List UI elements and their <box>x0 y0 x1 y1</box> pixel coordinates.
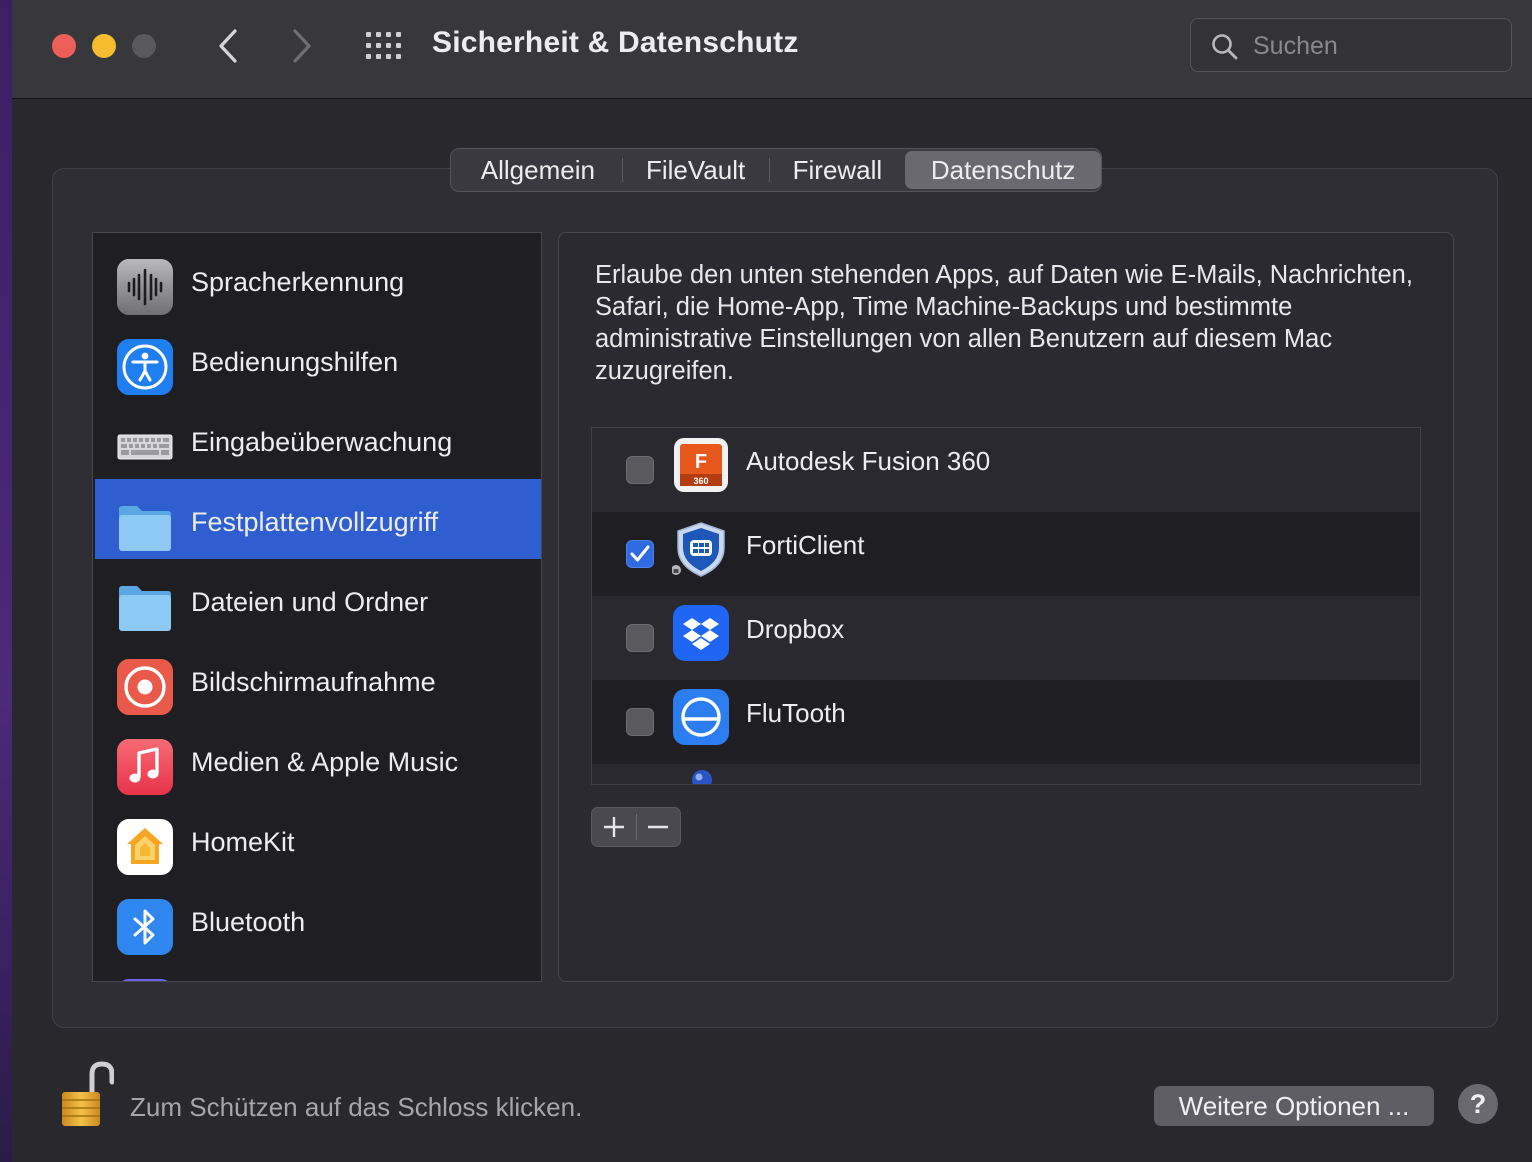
preferences-window: Sicherheit & Datenschutz Allgemein FileV… <box>12 0 1532 1162</box>
app-row-forticlient[interactable]: FortiClient <box>592 512 1420 596</box>
forward-button[interactable] <box>282 24 322 68</box>
lock-hint-text: Zum Schützen auf das Schloss klicken. <box>130 1092 583 1122</box>
svg-text:360: 360 <box>693 476 708 486</box>
sidebar-item-label: Bildschirmaufnahme <box>191 667 436 697</box>
checkmark-icon <box>630 545 650 562</box>
keyboard-icon <box>117 434 173 460</box>
folder-icon <box>119 506 171 551</box>
tab-bar: Allgemein FileVault Firewall Datenschutz <box>450 148 1102 192</box>
app-checkbox[interactable] <box>626 708 654 736</box>
desktop-background <box>0 0 12 1162</box>
app-icon <box>122 979 168 981</box>
app-name: FortiClient <box>746 530 865 560</box>
app-row-flutooth[interactable]: FluTooth <box>592 680 1420 764</box>
music-note-icon <box>117 739 173 795</box>
add-app-button[interactable] <box>592 808 636 846</box>
close-window-button[interactable] <box>52 34 76 58</box>
search-input[interactable] <box>1251 29 1495 63</box>
sidebar-item-label: Eingabeüberwachung <box>191 427 453 457</box>
search-field[interactable] <box>1190 18 1512 72</box>
tab-filevault[interactable]: FileVault <box>623 151 769 189</box>
sidebar-item-eingabeueberwachung[interactable]: Eingabeüberwachung <box>95 399 541 479</box>
title-bar: Sicherheit & Datenschutz <box>12 0 1532 99</box>
tab-datenschutz[interactable]: Datenschutz <box>905 151 1102 189</box>
sidebar-item-homekit[interactable]: HomeKit <box>95 799 541 879</box>
privacy-category-list[interactable]: Spracherkennung Bedienungshilfen Eingabe… <box>92 232 542 982</box>
minus-icon <box>648 825 669 829</box>
screen-record-icon <box>117 659 173 715</box>
forticlient-shield-icon <box>672 522 725 577</box>
app-row-autodesk-fusion-360[interactable]: F 360 Autodesk Fusion 360 <box>592 428 1420 512</box>
sidebar-item-label: Bedienungshilfen <box>191 347 399 377</box>
chevron-right-icon <box>293 29 311 63</box>
zoom-window-button[interactable] <box>132 34 156 58</box>
sidebar-item-label: Spracherkennung <box>191 267 405 297</box>
app-row-partial[interactable] <box>592 764 1420 784</box>
more-options-button[interactable]: Weitere Optionen ... <box>1154 1086 1434 1126</box>
app-list[interactable]: F 360 Autodesk Fusion 360 FortiClient Dr… <box>591 427 1421 785</box>
sidebar-item-label: Medien & Apple Music <box>191 747 459 777</box>
show-all-button[interactable] <box>362 28 404 64</box>
plus-icon <box>603 817 624 837</box>
sidebar-item-medien-apple-music[interactable]: Medien & Apple Music <box>95 719 541 799</box>
sidebar-item-bildschirmaufnahme[interactable]: Bildschirmaufnahme <box>95 639 541 719</box>
chevron-left-icon <box>219 29 237 63</box>
sidebar-item-festplattenvollzugriff[interactable]: Festplattenvollzugriff <box>95 479 541 559</box>
sidebar-item-spracherkennung[interactable]: Spracherkennung <box>95 239 541 319</box>
folder-icon <box>119 586 171 631</box>
app-row-dropbox[interactable]: Dropbox <box>592 596 1420 680</box>
waveform-icon <box>117 259 173 315</box>
dropbox-icon <box>673 605 729 661</box>
sidebar-item-label: HomeKit <box>191 827 295 857</box>
svg-text:F: F <box>695 451 707 473</box>
app-name: FluTooth <box>746 698 846 728</box>
home-icon <box>117 819 173 875</box>
accessibility-icon <box>117 339 173 395</box>
privacy-detail-pane: Erlaube den unten stehenden Apps, auf Da… <box>558 232 1454 982</box>
remove-app-button[interactable] <box>636 808 680 846</box>
fusion360-icon: F 360 <box>674 438 728 492</box>
app-icon <box>692 770 712 784</box>
unlocked-padlock-icon[interactable] <box>56 1060 114 1130</box>
app-name: Dropbox <box>746 614 845 644</box>
search-icon <box>1212 34 1238 60</box>
app-checkbox-checked[interactable] <box>626 540 654 568</box>
app-checkbox[interactable] <box>626 456 654 484</box>
help-button[interactable]: ? <box>1458 1084 1498 1124</box>
permission-description: Erlaube den unten stehenden Apps, auf Da… <box>595 261 1413 385</box>
sidebar-item-bluetooth[interactable]: Bluetooth <box>95 879 541 959</box>
bluetooth-icon <box>117 899 173 955</box>
app-checkbox[interactable] <box>626 624 654 652</box>
sidebar-item-dateien-und-ordner[interactable]: Dateien und Ordner <box>95 559 541 639</box>
flutooth-icon <box>673 689 729 745</box>
minimize-window-button[interactable] <box>92 34 116 58</box>
add-remove-control <box>591 807 681 847</box>
sidebar-item-label: Dateien und Ordner <box>191 587 429 617</box>
window-title: Sicherheit & Datenschutz <box>432 26 799 59</box>
tab-allgemein[interactable]: Allgemein <box>454 151 622 189</box>
sidebar-item-label: Bluetooth <box>191 907 306 937</box>
app-name: Autodesk Fusion 360 <box>746 446 991 476</box>
tab-firewall[interactable]: Firewall <box>770 151 906 189</box>
sidebar-item-partial[interactable] <box>95 959 541 981</box>
sidebar-item-label: Festplattenvollzugriff <box>191 507 439 537</box>
sidebar-item-bedienungshilfen[interactable]: Bedienungshilfen <box>95 319 541 399</box>
back-button[interactable] <box>208 24 248 68</box>
